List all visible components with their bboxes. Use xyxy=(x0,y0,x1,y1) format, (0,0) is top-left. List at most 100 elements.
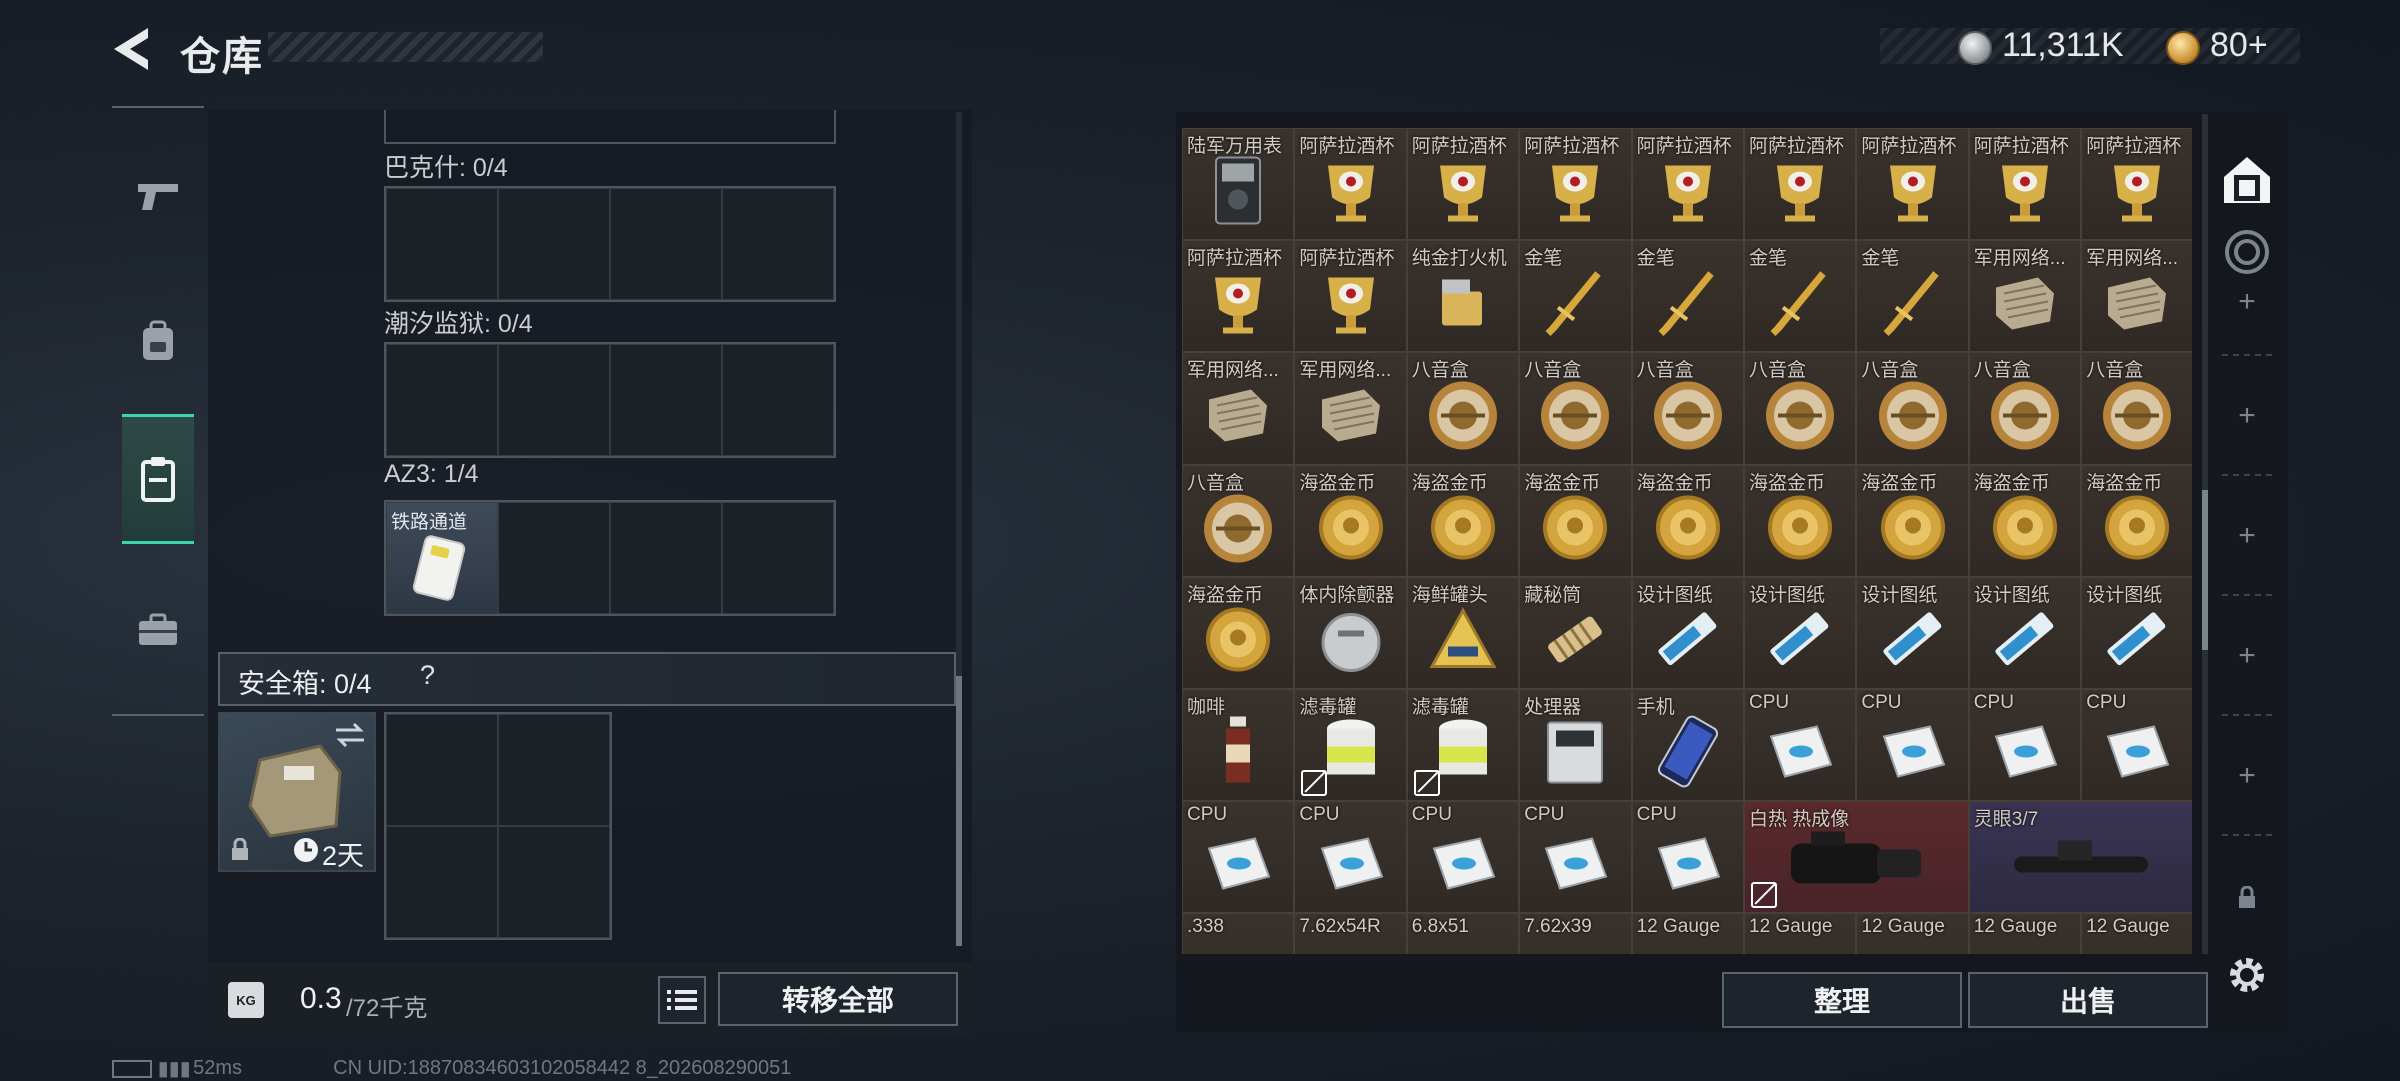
inventory-item[interactable]: 7.62x39 xyxy=(1519,913,1632,954)
inventory-item[interactable]: 海盗金币 xyxy=(2081,464,2192,577)
inventory-scrollbar-thumb[interactable] xyxy=(2202,490,2208,650)
inventory-item[interactable]: 八音盒 xyxy=(1856,352,1969,465)
inventory-item[interactable]: 12 Gauge xyxy=(1856,913,1969,954)
inventory-item[interactable]: 海盗金币 xyxy=(1856,464,1969,577)
inventory-item[interactable]: 12 Gauge xyxy=(2081,913,2192,954)
inventory-item[interactable]: 军用网络... xyxy=(1294,352,1407,465)
inventory-item[interactable]: 八音盒 xyxy=(1631,352,1744,465)
inventory-item[interactable]: 处理器 xyxy=(1519,689,1632,802)
inventory-item[interactable]: 海盗金币 xyxy=(1294,464,1407,577)
inventory-item[interactable]: 12 Gauge xyxy=(1744,913,1857,954)
inventory-item[interactable]: 手机 xyxy=(1631,689,1744,802)
nav-storage[interactable] xyxy=(122,414,194,544)
inventory-item[interactable]: 咖啡 xyxy=(1182,689,1295,802)
inventory-item[interactable]: 设计图纸 xyxy=(1744,576,1857,689)
safe-box-slots[interactable] xyxy=(384,712,612,940)
inventory-item[interactable]: 军用网络... xyxy=(2081,240,2192,353)
left-scrollbar-thumb[interactable] xyxy=(956,676,962,946)
inventory-item[interactable]: 金笔 xyxy=(1519,240,1632,353)
inventory-item[interactable]: 金笔 xyxy=(1631,240,1744,353)
add-tab-button[interactable]: + xyxy=(2218,394,2276,438)
inventory-item[interactable]: 海盗金币 xyxy=(1968,464,2082,577)
list-view-button[interactable] xyxy=(658,976,706,1024)
inventory-item[interactable]: CPU xyxy=(1294,801,1407,914)
inventory-item[interactable]: 滤毒罐 xyxy=(1406,689,1520,802)
add-tab-button[interactable]: + xyxy=(2218,754,2276,798)
inventory-item[interactable]: CPU xyxy=(1631,801,1744,914)
nav-weapons[interactable] xyxy=(122,150,194,242)
inventory-item[interactable]: CPU xyxy=(1856,689,1969,802)
inventory-item[interactable]: 滤毒罐 xyxy=(1294,689,1407,802)
storage-tab-ring[interactable] xyxy=(2218,224,2276,280)
back-button[interactable] xyxy=(108,24,154,74)
inventory-item[interactable]: 纯金打火机 xyxy=(1406,240,1520,353)
inventory-item[interactable]: 灵眼3/7 xyxy=(1968,801,2192,914)
inventory-item[interactable]: 海盗金币 xyxy=(1744,464,1857,577)
inventory-item[interactable]: CPU xyxy=(1182,801,1295,914)
inventory-item[interactable]: 金笔 xyxy=(1744,240,1857,353)
inventory-item[interactable]: 阿萨拉酒杯 xyxy=(2081,128,2192,241)
help-icon[interactable]: ? xyxy=(420,660,435,691)
inventory-item[interactable]: CPU xyxy=(1519,801,1632,914)
inventory-item[interactable]: 阿萨拉酒杯 xyxy=(1182,240,1295,353)
inventory-item[interactable]: 八音盒 xyxy=(2081,352,2192,465)
storage-tab-home[interactable] xyxy=(2218,150,2276,210)
safe-box-item[interactable]: 2天 xyxy=(218,712,376,872)
inventory-item[interactable]: 设计图纸 xyxy=(1631,576,1744,689)
inventory-item[interactable]: 阿萨拉酒杯 xyxy=(1519,128,1632,241)
settings-button[interactable] xyxy=(2224,952,2270,1003)
inventory-item[interactable]: 设计图纸 xyxy=(2081,576,2192,689)
inventory-item[interactable]: 八音盒 xyxy=(1182,464,1295,577)
inventory-item[interactable]: 八音盒 xyxy=(1968,352,2082,465)
inventory-item[interactable]: 设计图纸 xyxy=(1968,576,2082,689)
add-tab-button[interactable]: + xyxy=(2218,634,2276,678)
inventory-item[interactable]: 八音盒 xyxy=(1406,352,1520,465)
inventory-item[interactable]: 海鲜罐头 xyxy=(1406,576,1520,689)
lock-tab-button[interactable] xyxy=(2218,880,2276,916)
inventory-item[interactable]: 12 Gauge xyxy=(1968,913,2082,954)
railway-pass-item[interactable]: 铁路通道 xyxy=(386,502,498,614)
thermal-scope-icon xyxy=(1781,824,1931,909)
battery-icon xyxy=(112,1059,152,1078)
slot-grid[interactable] xyxy=(384,342,836,458)
inventory-item[interactable]: 阿萨拉酒杯 xyxy=(1294,240,1407,353)
sell-button[interactable]: 出售 xyxy=(1968,972,2208,1028)
inventory-item[interactable]: 军用网络... xyxy=(1182,352,1295,465)
inventory-item[interactable]: 军用网络... xyxy=(1968,240,2082,353)
inventory-item[interactable]: 金笔 xyxy=(1856,240,1969,353)
inventory-item[interactable]: CPU xyxy=(1744,689,1857,802)
inventory-item[interactable]: 阿萨拉酒杯 xyxy=(1744,128,1857,241)
slot-grid[interactable] xyxy=(384,186,836,302)
inventory-item[interactable]: CPU xyxy=(1406,801,1520,914)
ping-value: 52ms xyxy=(193,1056,243,1079)
add-tab-button[interactable]: + xyxy=(2218,514,2276,558)
transfer-all-button[interactable]: 转移全部 xyxy=(718,972,958,1026)
inventory-item[interactable]: CPU xyxy=(2081,689,2192,802)
inventory-item[interactable]: 八音盒 xyxy=(1519,352,1632,465)
inventory-item[interactable]: 阿萨拉酒杯 xyxy=(1631,128,1744,241)
nav-toolbox[interactable] xyxy=(122,584,194,676)
inventory-item[interactable]: 阿萨拉酒杯 xyxy=(1294,128,1407,241)
inventory-item[interactable]: 藏秘筒 xyxy=(1519,576,1632,689)
slot-grid[interactable]: 铁路通道 xyxy=(384,500,836,616)
add-tab-button[interactable]: + xyxy=(2218,280,2276,324)
inventory-item[interactable]: 阿萨拉酒杯 xyxy=(1856,128,1969,241)
inventory-item[interactable]: 体内除颤器 xyxy=(1294,576,1407,689)
inventory-item[interactable]: 白热 热成像 xyxy=(1744,801,1969,914)
inventory-item[interactable]: 八音盒 xyxy=(1744,352,1857,465)
inventory-item[interactable]: 海盗金币 xyxy=(1406,464,1520,577)
inventory-item[interactable]: 6.8x51 xyxy=(1406,913,1520,954)
inventory-item[interactable]: .338 xyxy=(1182,913,1295,954)
inventory-item[interactable]: 设计图纸 xyxy=(1856,576,1969,689)
inventory-item[interactable]: 12 Gauge xyxy=(1631,913,1744,954)
inventory-item[interactable]: 海盗金币 xyxy=(1182,576,1295,689)
inventory-item[interactable]: 陆军万用表 xyxy=(1182,128,1295,241)
inventory-item[interactable]: 海盗金币 xyxy=(1519,464,1632,577)
sort-button[interactable]: 整理 xyxy=(1722,972,1962,1028)
inventory-item[interactable]: 海盗金币 xyxy=(1631,464,1744,577)
inventory-item[interactable]: 阿萨拉酒杯 xyxy=(1406,128,1520,241)
inventory-item[interactable]: CPU xyxy=(1968,689,2082,802)
inventory-item[interactable]: 阿萨拉酒杯 xyxy=(1968,128,2082,241)
inventory-item[interactable]: 7.62x54R xyxy=(1294,913,1407,954)
nav-backpack[interactable] xyxy=(122,296,194,388)
